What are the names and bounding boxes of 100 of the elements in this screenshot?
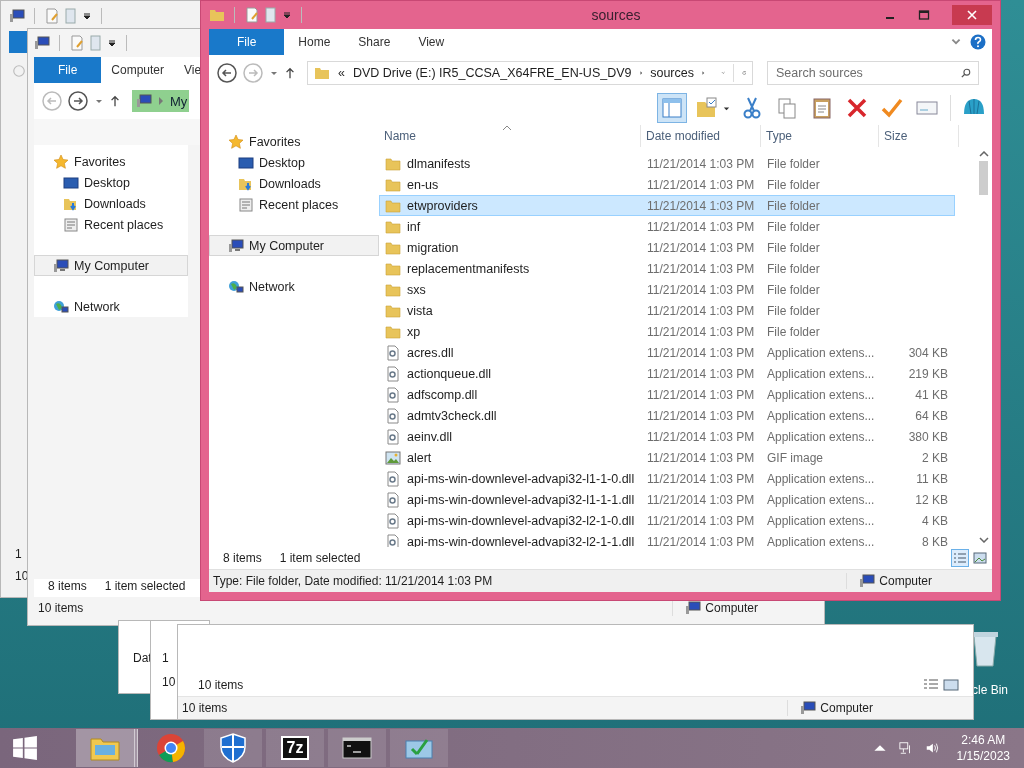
nav-item[interactable]: Network (34, 296, 188, 317)
maximize-icon[interactable] (918, 9, 930, 21)
tiles-view-icon[interactable] (972, 550, 988, 566)
gear-file-icon (385, 533, 401, 547)
clock[interactable]: 2:46 AM 1/15/2023 (956, 732, 1010, 764)
file-name: etwproviders (407, 198, 478, 213)
date-cell-text: 11/21/2014 1:03 PM (646, 450, 756, 465)
nav-item[interactable]: Recent places (34, 214, 188, 235)
up-arrow-icon[interactable] (110, 95, 120, 107)
help-icon[interactable] (970, 34, 986, 50)
star-icon (53, 153, 69, 170)
address-bar[interactable]: « DVD Drive (E:) IR5_CCSA_X64FRE_EN-US_DV9 sources (307, 61, 753, 85)
nav-item[interactable]: My Computer (209, 235, 379, 256)
file-row[interactable]: inf 11/21/2014 1:03 PM File folder (379, 216, 955, 237)
tiles-view-icon[interactable] (943, 677, 959, 693)
gear-file-icon (385, 344, 401, 361)
properties-icon[interactable] (44, 8, 60, 24)
ribbon-tab[interactable]: Share (344, 29, 405, 55)
nav-item[interactable]: Downloads (209, 173, 379, 194)
date-cell-text: 11/21/2014 1:03 PM (646, 471, 756, 486)
file-row[interactable]: sxs 11/21/2014 1:03 PM File folder (379, 279, 955, 300)
folder-icon[interactable] (209, 7, 225, 23)
properties-icon[interactable] (244, 7, 260, 23)
scroll-up-icon[interactable] (978, 151, 989, 157)
address-bar[interactable]: My (132, 90, 190, 112)
file-name: replacementmanifests (407, 261, 530, 276)
computer-icon[interactable] (9, 8, 25, 24)
new-folder-icon[interactable] (263, 7, 279, 23)
file-row[interactable]: etwproviders 11/21/2014 1:03 PM File folder (379, 195, 955, 216)
breadcrumb[interactable]: sources (650, 66, 694, 80)
chevron-icon[interactable] (701, 69, 705, 77)
file-row[interactable]: api-ms-win-downlevel-advapi32-l2-1-0.dll 11/21/2014 1:03 PM Application extens... 4 KB (379, 510, 955, 531)
back-icon[interactable] (217, 63, 237, 83)
forward-icon[interactable] (68, 91, 88, 111)
ribbon-tab[interactable]: File (34, 57, 102, 83)
file-row[interactable]: api-ms-win-downlevel-advapi32-l1-1-1.dll 11/21/2014 1:03 PM Application extens... 12 KB (379, 489, 955, 510)
file-row[interactable]: acres.dll 11/21/2014 1:03 PM Application extens... 304 KB (379, 342, 955, 363)
ribbon-tab[interactable]: View (404, 29, 459, 55)
folder-icon (385, 260, 401, 277)
file-name: alert (407, 450, 432, 465)
date-cell-text: 11/21/2014 1:03 PM (646, 240, 756, 255)
file-name: aeinv.dll (407, 429, 452, 444)
scroll-down-icon[interactable] (978, 537, 989, 543)
windows-logo-icon[interactable] (12, 735, 38, 761)
details-view-icon[interactable] (952, 550, 968, 566)
ribbon-tab[interactable]: File (209, 29, 285, 55)
close-icon[interactable] (952, 5, 992, 25)
chevron-icon[interactable] (639, 69, 643, 77)
file-row[interactable]: alert 11/21/2014 1:03 PM GIF image 2 KB (379, 447, 955, 468)
folder-icon (385, 323, 401, 340)
overflow-chevron[interactable]: « (338, 66, 345, 80)
nav-item[interactable]: Downloads (34, 193, 188, 214)
file-row[interactable]: en-us 11/21/2014 1:03 PM File folder (379, 174, 955, 195)
window-text: Dat (133, 651, 152, 665)
volume-icon[interactable] (924, 741, 939, 755)
preview-pane-icon[interactable] (658, 94, 686, 122)
file-row[interactable]: vista 11/21/2014 1:03 PM File folder (379, 300, 955, 321)
nav-item[interactable]: My Computer (34, 255, 188, 276)
file-row[interactable]: adfscomp.dll 11/21/2014 1:03 PM Application extens... 41 KB (379, 384, 955, 405)
dropdown-icon[interactable] (82, 11, 92, 21)
column-header[interactable]: Date modified (641, 125, 761, 147)
file-row[interactable]: aeinv.dll 11/21/2014 1:03 PM Application extens... 380 KB (379, 426, 955, 447)
nav-item[interactable]: Network (209, 276, 379, 297)
file-row[interactable]: api-ms-win-downlevel-advapi32-l1-1-0.dll 11/21/2014 1:03 PM Application extens... 11 KB (379, 468, 955, 489)
taskbar-button[interactable] (328, 729, 386, 767)
file-row[interactable]: dlmanifests 11/21/2014 1:03 PM File folder (379, 153, 955, 174)
nav-item[interactable]: Desktop (209, 152, 379, 173)
search-field[interactable]: Search sources (767, 61, 979, 85)
date-cell-text: 11/21/2014 1:03 PM (646, 408, 756, 423)
size-cell-text: 11 KB (915, 471, 949, 486)
date-cell-text: 11/21/2014 1:03 PM (646, 345, 756, 360)
nav-item[interactable]: Recent places (209, 194, 379, 215)
file-row[interactable]: migration 11/21/2014 1:03 PM File folder (379, 237, 955, 258)
type-cell-text: Application extens... (766, 429, 876, 444)
folder-icon (385, 281, 401, 298)
folder-icon (385, 239, 401, 256)
column-header[interactable]: Type (761, 125, 879, 147)
file-row[interactable]: replacementmanifests 11/21/2014 1:03 PM File folder (379, 258, 955, 279)
ribbon-tab[interactable]: Home (284, 29, 345, 55)
nav-item[interactable]: Favorites (34, 151, 188, 172)
nav-item[interactable]: Favorites (209, 131, 379, 152)
up-arrow-icon[interactable] (285, 67, 295, 79)
column-header[interactable]: Name (379, 125, 641, 147)
properties-icon[interactable] (69, 35, 85, 51)
dropdown-icon[interactable] (107, 38, 117, 48)
ribbon-tab[interactable]: Vie (174, 57, 202, 83)
type-cell-text: Application extens... (766, 366, 876, 381)
computer-icon[interactable] (34, 35, 50, 51)
scroll-thumb[interactable] (979, 161, 988, 195)
file-row[interactable]: admtv3check.dll 11/21/2014 1:03 PM Application extens... 64 KB (379, 405, 955, 426)
nav-item[interactable]: Desktop (34, 172, 188, 193)
breadcrumb[interactable]: DVD Drive (E:) IR5_CCSA_X64FRE_EN-US_DV9 (352, 66, 632, 80)
ribbon-tab[interactable]: Computer (101, 57, 175, 83)
network-icon[interactable] (898, 741, 913, 755)
file-row[interactable]: xp 11/21/2014 1:03 PM File folder (379, 321, 955, 342)
column-header[interactable]: Size (879, 125, 959, 147)
taskbar-button[interactable]: 7z (266, 729, 324, 767)
folder-icon (314, 65, 330, 81)
gear-file-icon (385, 407, 401, 424)
file-row[interactable]: actionqueue.dll 11/21/2014 1:03 PM Application extens... 219 KB (379, 363, 955, 384)
